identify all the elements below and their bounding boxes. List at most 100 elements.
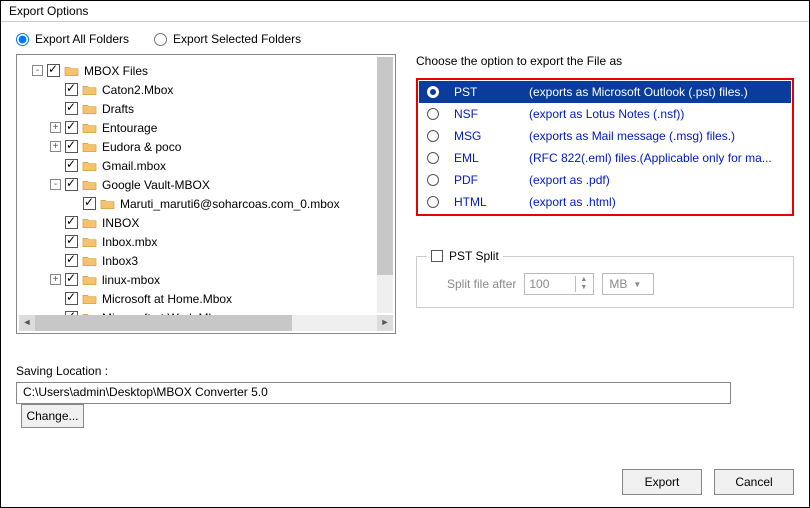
- tree-checkbox[interactable]: [65, 235, 78, 248]
- format-name: EML: [454, 151, 514, 165]
- tree-checkbox[interactable]: [65, 178, 78, 191]
- collapse-icon[interactable]: -: [50, 179, 61, 190]
- tree-item[interactable]: Caton2.Mbox: [17, 80, 395, 99]
- tree-item-label: Google Vault-MBOX: [102, 178, 210, 192]
- pst-split-checkbox[interactable]: [431, 250, 443, 262]
- tree-item-label: INBOX: [102, 216, 139, 230]
- tree-item[interactable]: - Google Vault-MBOX: [17, 175, 395, 194]
- format-desc: (export as .html): [529, 195, 616, 209]
- tree-item-label: Entourage: [102, 121, 157, 135]
- format-desc: (export as Lotus Notes (.nsf)): [529, 107, 684, 121]
- chevron-down-icon: ▼: [633, 280, 641, 289]
- tree-checkbox[interactable]: [47, 64, 60, 77]
- folder-icon: [82, 293, 97, 305]
- tree-checkbox[interactable]: [65, 273, 78, 286]
- format-desc: (RFC 822(.eml) files.(Applicable only fo…: [529, 151, 772, 165]
- format-option-nsf[interactable]: NSF (export as Lotus Notes (.nsf)): [419, 103, 791, 125]
- tree-item[interactable]: +linux-mbox: [17, 270, 395, 289]
- folder-icon: [82, 217, 97, 229]
- folder-icon: [100, 198, 115, 210]
- radio-export-selected[interactable]: Export Selected Folders: [154, 32, 301, 46]
- folder-icon: [82, 141, 97, 153]
- cancel-button[interactable]: Cancel: [714, 469, 794, 495]
- radio-icon: [427, 130, 439, 142]
- tree-checkbox[interactable]: [65, 292, 78, 305]
- tree-checkbox[interactable]: [65, 83, 78, 96]
- tree-checkbox[interactable]: [65, 140, 78, 153]
- radio-icon: [427, 196, 439, 208]
- tree-item-label: Eudora & poco: [102, 140, 181, 154]
- split-size-input[interactable]: [525, 275, 575, 293]
- tree-item[interactable]: Maruti_maruti6@soharcoas.com_0.mbox: [17, 194, 395, 213]
- folder-icon: [82, 160, 97, 172]
- tree-hscroll[interactable]: ◄ ►: [19, 315, 393, 331]
- scroll-right-icon[interactable]: ►: [377, 315, 393, 331]
- tree-checkbox[interactable]: [65, 159, 78, 172]
- tree-checkbox[interactable]: [65, 216, 78, 229]
- tree-item[interactable]: Inbox.mbx: [17, 232, 395, 251]
- tree-item-label: Microsoft at Home.Mbox: [102, 292, 232, 306]
- expand-icon[interactable]: +: [50, 141, 61, 152]
- folder-icon: [82, 84, 97, 96]
- tree-item[interactable]: Gmail.mbox: [17, 156, 395, 175]
- radio-export-selected-input[interactable]: [154, 33, 167, 46]
- folder-icon: [82, 103, 97, 115]
- split-after-label: Split file after: [447, 277, 516, 291]
- format-option-msg[interactable]: MSG(exports as Mail message (.msg) files…: [419, 125, 791, 147]
- format-name: PST: [454, 85, 514, 99]
- format-option-pdf[interactable]: PDF(export as .pdf): [419, 169, 791, 191]
- tree-item-label: Caton2.Mbox: [102, 83, 173, 97]
- tree-item[interactable]: INBOX: [17, 213, 395, 232]
- folder-icon: [82, 236, 97, 248]
- folder-icon: [82, 122, 97, 134]
- format-desc: (exports as Microsoft Outlook (.pst) fil…: [529, 85, 748, 99]
- format-name: NSF: [454, 107, 514, 121]
- tree-item-label: MBOX Files: [84, 64, 148, 78]
- split-unit-select[interactable]: MB ▼: [602, 273, 654, 295]
- tree-checkbox[interactable]: [65, 102, 78, 115]
- split-unit-value: MB: [609, 277, 627, 291]
- tree-item[interactable]: Microsoft at Home.Mbox: [17, 289, 395, 308]
- format-option-html[interactable]: HTML (export as .html): [419, 191, 791, 213]
- radio-export-all[interactable]: Export All Folders: [16, 32, 129, 46]
- radio-export-all-input[interactable]: [16, 33, 29, 46]
- radio-icon: [427, 152, 439, 164]
- tree-item-label: Gmail.mbox: [102, 159, 166, 173]
- format-name: HTML: [454, 195, 514, 209]
- expand-icon[interactable]: +: [50, 274, 61, 285]
- radio-export-all-label: Export All Folders: [35, 32, 129, 46]
- folder-icon: [82, 179, 97, 191]
- format-name: PDF: [454, 173, 514, 187]
- pst-split-title: PST Split: [449, 249, 499, 263]
- format-option-pst[interactable]: PST (exports as Microsoft Outlook (.pst) …: [419, 81, 791, 103]
- tree-item-label: Drafts: [102, 102, 134, 116]
- scroll-left-icon[interactable]: ◄: [19, 315, 35, 331]
- tree-item[interactable]: + Entourage: [17, 118, 395, 137]
- pst-split-group: PST Split Split file after ▲ ▼ MB ▼: [416, 256, 794, 308]
- radio-icon: [427, 86, 439, 98]
- tree-checkbox[interactable]: [83, 197, 96, 210]
- tree-checkbox[interactable]: [65, 254, 78, 267]
- saving-location-path[interactable]: C:\Users\admin\Desktop\MBOX Converter 5.…: [16, 382, 731, 404]
- choose-format-label: Choose the option to export the File as: [416, 54, 794, 68]
- tree-item-label: Inbox3: [102, 254, 138, 268]
- tree-item-label: Maruti_maruti6@soharcoas.com_0.mbox: [120, 197, 340, 211]
- folder-icon: [82, 274, 97, 286]
- radio-icon: [427, 108, 439, 120]
- format-option-eml[interactable]: EML (RFC 822(.eml) files.(Applicable only…: [419, 147, 791, 169]
- tree-item-label: Inbox.mbx: [102, 235, 157, 249]
- export-button[interactable]: Export: [622, 469, 702, 495]
- collapse-icon[interactable]: -: [32, 65, 43, 76]
- tree-item[interactable]: Inbox3: [17, 251, 395, 270]
- tree-checkbox[interactable]: [65, 121, 78, 134]
- folder-tree[interactable]: - MBOX Files Caton2.Mbox Drafts + Entourage + E…: [16, 54, 396, 334]
- spin-up-icon[interactable]: ▲: [575, 276, 591, 284]
- spin-down-icon[interactable]: ▼: [575, 284, 591, 292]
- radio-icon: [427, 174, 439, 186]
- expand-icon[interactable]: +: [50, 122, 61, 133]
- tree-vscroll[interactable]: [377, 57, 393, 313]
- tree-item[interactable]: Drafts: [17, 99, 395, 118]
- tree-item[interactable]: + Eudora & poco: [17, 137, 395, 156]
- change-button[interactable]: Change...: [21, 404, 84, 428]
- tree-item[interactable]: - MBOX Files: [17, 61, 395, 80]
